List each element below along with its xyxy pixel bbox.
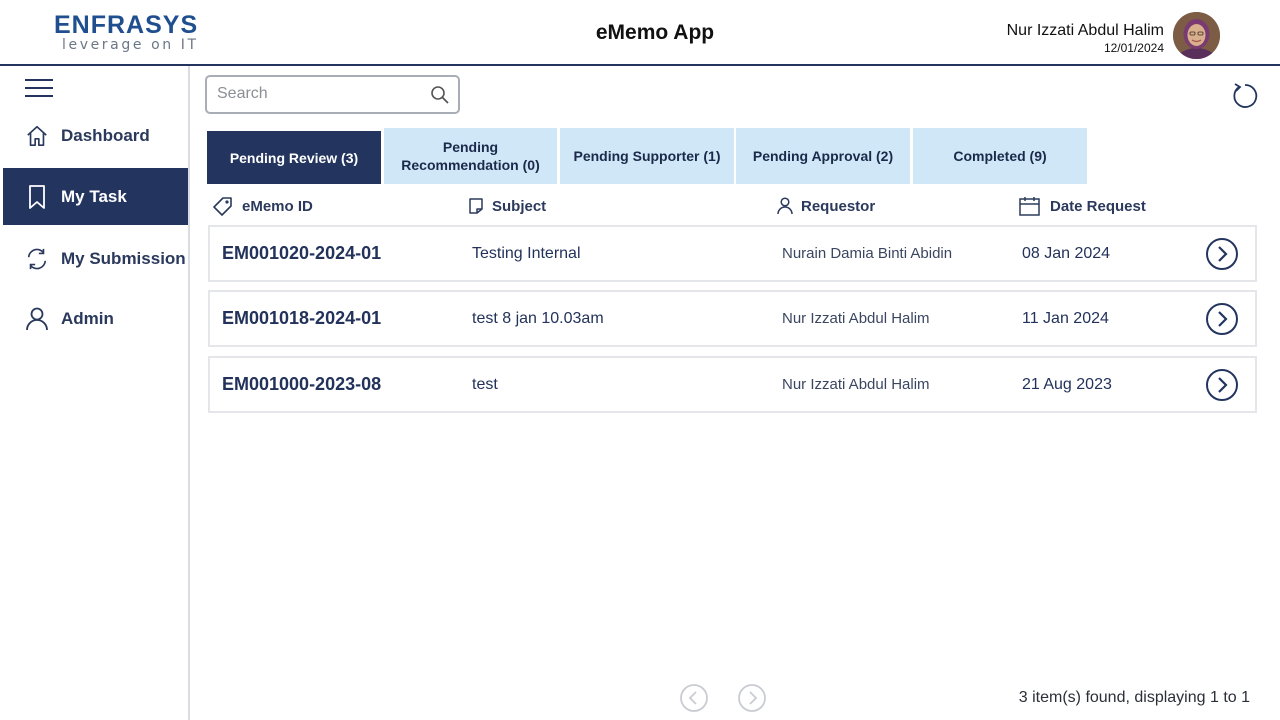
column-header-date: Date Request (1018, 192, 1146, 220)
tab-pending-recommendation[interactable]: Pending Recommendation (0) (384, 128, 557, 184)
emem-app: ENFRASYS leverage on IT eMemo App Nur Iz… (0, 0, 1280, 720)
ememo-date: 08 Jan 2024 (1022, 244, 1111, 262)
ememo-subject: Testing Internal (472, 244, 581, 262)
ememo-subject: test 8 jan 10.03am (472, 309, 604, 327)
open-chevron-right-icon[interactable] (1204, 227, 1240, 280)
sidebar-item-label: Admin (61, 308, 114, 328)
ememo-subject: test (472, 375, 498, 393)
column-label: eMemo ID (242, 197, 313, 215)
sidebar: Dashboard My Task My Submission Admin (0, 66, 190, 720)
current-date: 12/01/2024 (1103, 41, 1164, 55)
ememo-id: EM001018-2024-01 (222, 308, 382, 328)
search-box (205, 75, 460, 114)
ememo-requestor: Nur Izzati Abdul Halim (782, 376, 930, 393)
hamburger-menu-icon[interactable] (25, 79, 55, 99)
results-status: 3 item(s) found, displaying 1 to 1 (1018, 689, 1250, 706)
person-icon (777, 197, 793, 215)
tab-pending-review[interactable]: Pending Review (3) (207, 128, 381, 184)
tab-pending-supporter[interactable]: Pending Supporter (1) (560, 128, 734, 184)
note-icon (469, 198, 483, 214)
user-name: Nur Izzati Abdul Halim (1006, 22, 1164, 39)
tag-icon (213, 197, 232, 216)
column-label: Subject (492, 197, 547, 215)
tab-label-line1: Pending (442, 139, 499, 155)
ememo-date: 11 Jan 2024 (1022, 309, 1109, 327)
next-page-icon[interactable] (737, 683, 767, 713)
tab-label-line2: Recommendation (0) (401, 157, 540, 173)
table-header: eMemo ID Subject Requestor Date Request (207, 192, 1257, 220)
column-header-requestor: Requestor (777, 192, 875, 220)
column-label: Date Request (1050, 197, 1146, 215)
user-icon (25, 307, 49, 331)
sidebar-item-label: My Task (61, 186, 127, 206)
open-chevron-right-icon[interactable] (1204, 358, 1240, 411)
ememo-requestor: Nur Izzati Abdul Halim (782, 310, 930, 327)
calendar-icon (1019, 197, 1040, 216)
search-input[interactable] (217, 77, 427, 111)
bookmark-icon (25, 184, 49, 209)
table-row[interactable]: EM001020-2024-01 Testing Internal Nurain… (208, 225, 1257, 282)
column-header-id: eMemo ID (212, 192, 313, 220)
previous-page-icon[interactable] (679, 683, 709, 713)
refresh-icon[interactable] (1230, 81, 1260, 111)
column-label: Requestor (801, 197, 876, 215)
search-icon[interactable] (430, 85, 450, 105)
ememo-id: EM001000-2023-08 (222, 374, 382, 394)
tab-label: Pending Supporter (1) (573, 148, 721, 164)
tab-completed[interactable]: Completed (9) (913, 128, 1087, 184)
table-row[interactable]: EM001018-2024-01 test 8 jan 10.03am Nur … (208, 290, 1257, 347)
sidebar-item-my-task[interactable]: My Task (3, 168, 188, 225)
sync-icon (25, 247, 49, 271)
sidebar-item-label: Dashboard (61, 125, 150, 145)
avatar-image (1173, 12, 1220, 59)
ememo-id: EM001020-2024-01 (222, 243, 382, 263)
open-chevron-right-icon[interactable] (1204, 292, 1240, 345)
ememo-date: 21 Aug 2023 (1022, 375, 1112, 393)
home-icon (25, 124, 49, 148)
tab-pending-approval[interactable]: Pending Approval (2) (736, 128, 910, 184)
table-row[interactable]: EM001000-2023-08 test Nur Izzati Abdul H… (208, 356, 1257, 413)
tab-label: Pending Review (3) (229, 149, 359, 166)
avatar[interactable] (1173, 12, 1220, 59)
column-header-subject: Subject (468, 192, 546, 220)
app-header: ENFRASYS leverage on IT eMemo App Nur Iz… (0, 0, 1280, 66)
tab-label: Completed (9) (953, 148, 1047, 164)
tab-label: Pending Approval (2) (752, 148, 894, 164)
ememo-requestor: Nurain Damia Binti Abidin (782, 245, 953, 262)
sidebar-item-admin[interactable]: Admin (3, 290, 188, 347)
sidebar-item-my-submission[interactable]: My Submission (3, 230, 188, 287)
sidebar-item-dashboard[interactable]: Dashboard (3, 107, 188, 164)
sidebar-item-label: My Submission (61, 248, 186, 268)
